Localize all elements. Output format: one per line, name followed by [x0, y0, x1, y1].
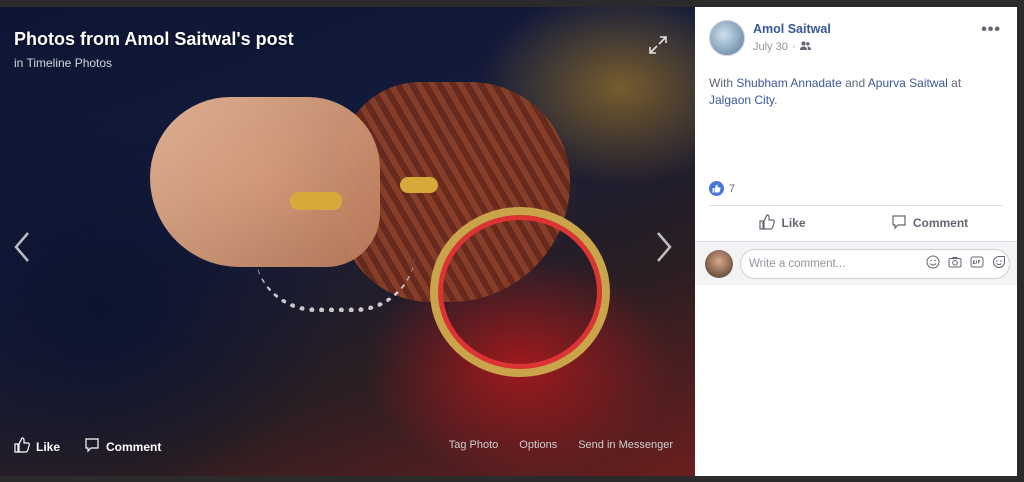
content-at: at: [947, 76, 962, 90]
like-count: 7: [729, 182, 736, 195]
post-content: With Shubham Annadate and Apurva Saitwal…: [709, 75, 999, 109]
current-user-avatar[interactable]: [705, 250, 733, 278]
options-link[interactable]: Options: [519, 439, 557, 451]
photo-comment-button[interactable]: Comment: [84, 437, 161, 456]
photo-links: Tag Photo Options Send in Messenger: [449, 439, 673, 451]
comment-tools: [925, 255, 1007, 271]
comment-button[interactable]: Comment: [856, 207, 1003, 239]
previous-photo-arrow-icon[interactable]: [10, 227, 34, 267]
photo-like-button[interactable]: Like: [14, 437, 60, 456]
post-actions: Like Comment: [709, 207, 1003, 239]
photo-viewer: Photos from Amol Saitwal's post in Timel…: [0, 0, 1024, 482]
content-and: and: [841, 76, 868, 90]
sticker-icon[interactable]: [991, 255, 1007, 271]
post-panel: Amol Saitwal July 30 · ••• With Shubham …: [695, 7, 1017, 476]
photo-actions: Like Comment: [14, 437, 161, 456]
top-strip: [0, 0, 1024, 7]
comment-composer: Write a comment...: [695, 241, 1017, 285]
camera-icon[interactable]: [947, 255, 963, 271]
photo-comment-label: Comment: [106, 439, 162, 454]
thumbs-up-icon: [14, 437, 30, 456]
comment-label: Comment: [912, 216, 969, 230]
comment-placeholder: Write a comment...: [749, 258, 846, 270]
like-reaction-icon: [709, 181, 724, 196]
friends-icon[interactable]: [799, 41, 811, 53]
author-avatar[interactable]: [709, 20, 745, 56]
tagged-person-link[interactable]: Apurva Saitwal: [868, 76, 948, 90]
meta-separator: ·: [791, 41, 796, 53]
post-date[interactable]: July 30: [753, 41, 788, 53]
expand-icon[interactable]: [648, 35, 668, 55]
photo-bangle: [430, 207, 610, 377]
gif-icon[interactable]: [969, 255, 985, 271]
emoji-icon[interactable]: [925, 255, 941, 271]
photo-ring: [290, 192, 342, 210]
location-link[interactable]: Jalgaon City: [709, 93, 774, 107]
thumbs-up-icon: [759, 213, 776, 233]
right-edge: [1017, 7, 1024, 476]
like-button[interactable]: Like: [709, 207, 856, 239]
photo-like-label: Like: [36, 439, 61, 454]
comment-icon: [84, 437, 100, 456]
divider: [709, 205, 1003, 206]
like-label: Like: [781, 216, 806, 230]
reactions-summary[interactable]: 7: [709, 181, 735, 196]
photo-ring: [400, 177, 438, 193]
tagged-person-link[interactable]: Shubham Annadate: [736, 76, 841, 90]
content-prefix: With: [709, 76, 737, 90]
more-options-icon[interactable]: •••: [981, 21, 1001, 39]
author-name[interactable]: Amol Saitwal: [753, 22, 831, 36]
bottom-strip: [0, 476, 1024, 482]
post-meta: July 30 ·: [753, 41, 811, 53]
send-in-messenger-link[interactable]: Send in Messenger: [578, 439, 673, 451]
comment-icon: [891, 214, 907, 233]
photo-hand: [150, 97, 380, 267]
tag-photo-link[interactable]: Tag Photo: [449, 439, 499, 451]
photo-album-link[interactable]: in Timeline Photos: [14, 56, 112, 70]
photo-area[interactable]: Photos from Amol Saitwal's post in Timel…: [0, 7, 695, 476]
content-suffix: .: [774, 93, 778, 107]
photo-title[interactable]: Photos from Amol Saitwal's post: [14, 29, 294, 50]
next-photo-arrow-icon[interactable]: [652, 227, 676, 267]
photo-bracelet: [255, 252, 415, 312]
